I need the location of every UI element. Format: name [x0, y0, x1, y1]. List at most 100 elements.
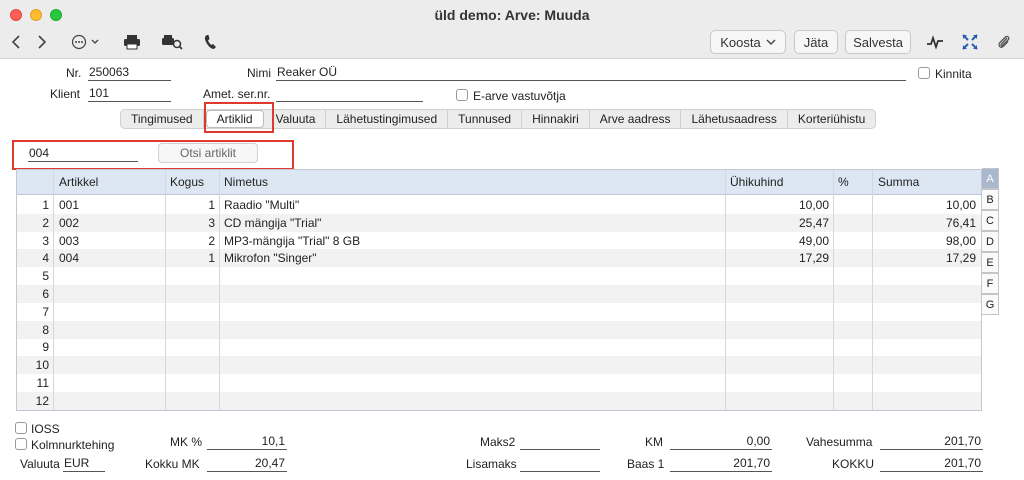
- back-icon[interactable]: [8, 31, 24, 53]
- col-summa[interactable]: Summa: [878, 175, 919, 189]
- mk-percent-field[interactable]: 10,1: [207, 434, 287, 450]
- activity-icon[interactable]: [925, 31, 945, 53]
- maks2-label: Maks2: [480, 435, 516, 449]
- row-number: 10: [35, 358, 49, 373]
- phone-icon[interactable]: [203, 31, 219, 53]
- table-row[interactable]: 12: [17, 391, 981, 410]
- cell-artikkel[interactable]: 001: [59, 198, 159, 212]
- cell-kogus[interactable]: 1: [167, 251, 215, 265]
- col-nimetus[interactable]: Nimetus: [224, 175, 268, 189]
- print-icon[interactable]: [122, 31, 142, 53]
- kinnita-label: Kinnita: [935, 67, 972, 81]
- forward-icon[interactable]: [34, 31, 50, 53]
- side-tab-b[interactable]: B: [982, 189, 999, 210]
- valuuta-field[interactable]: EUR: [63, 456, 105, 472]
- e-arve-checkbox[interactable]: [456, 89, 468, 101]
- cell-summa[interactable]: 98,00: [874, 234, 976, 248]
- tab-hinnakiri[interactable]: Hinnakiri: [522, 110, 590, 128]
- nimi-field[interactable]: Reaker OÜ: [276, 65, 906, 81]
- cell-summa[interactable]: 76,41: [874, 216, 976, 230]
- cell-artikkel[interactable]: 002: [59, 216, 159, 230]
- table-row[interactable]: 8: [17, 320, 981, 339]
- cell-nimetus[interactable]: CD mängija "Trial": [224, 216, 719, 230]
- grid-header: Artikkel Kogus Nimetus Ühikuhind % Summa: [17, 170, 981, 195]
- tab-korteriuhistu[interactable]: Korteriühistu: [788, 110, 875, 128]
- tab-lahetusaadress[interactable]: Lähetusaadress: [681, 110, 788, 128]
- more-actions-icon[interactable]: [70, 31, 104, 53]
- tab-tingimused[interactable]: Tingimused: [121, 110, 204, 128]
- mk-percent-label: MK %: [170, 435, 203, 449]
- cell-artikkel[interactable]: 003: [59, 234, 159, 248]
- lisamaks-label: Lisamaks: [466, 457, 517, 471]
- tab-valuuta[interactable]: Valuuta: [266, 110, 327, 128]
- row-number: 7: [42, 304, 49, 319]
- table-row[interactable]: 11: [17, 374, 981, 392]
- table-row[interactable]: 4 004 1 Mikrofon "Singer" 17,29 17,29: [17, 249, 981, 268]
- table-row[interactable]: 7: [17, 303, 981, 321]
- cell-artikkel[interactable]: 004: [59, 251, 159, 265]
- cell-nimetus[interactable]: Raadio "Multi": [224, 198, 719, 212]
- side-tab-g[interactable]: G: [982, 294, 999, 315]
- table-row[interactable]: 1 001 1 Raadio "Multi" 10,00 10,00: [17, 196, 981, 214]
- article-grid: Artikkel Kogus Nimetus Ühikuhind % Summa…: [16, 169, 982, 411]
- table-row[interactable]: 6: [17, 285, 981, 303]
- km-field[interactable]: 0,00: [670, 434, 772, 450]
- maks2-field[interactable]: [520, 434, 600, 450]
- print-preview-icon[interactable]: [160, 31, 184, 53]
- row-number: 11: [36, 376, 49, 390]
- kolmnurktehing-checkbox[interactable]: [15, 438, 27, 450]
- cell-kogus[interactable]: 1: [167, 198, 215, 212]
- kokku-mk-label: Kokku MK: [145, 457, 200, 471]
- baas1-field[interactable]: 201,70: [670, 456, 772, 472]
- cell-nimetus[interactable]: Mikrofon "Singer": [224, 251, 719, 265]
- koosta-dropdown-button[interactable]: Koosta: [710, 30, 786, 54]
- side-tab-d[interactable]: D: [982, 231, 999, 252]
- cell-summa[interactable]: 17,29: [874, 251, 976, 265]
- cell-nimetus[interactable]: MP3-mängija "Trial" 8 GB: [224, 234, 719, 248]
- side-tab-e[interactable]: E: [982, 252, 999, 273]
- cell-uhikuhind[interactable]: 10,00: [727, 198, 829, 212]
- cell-uhikuhind[interactable]: 25,47: [727, 216, 829, 230]
- jata-button[interactable]: Jäta: [794, 30, 838, 54]
- col-uhikuhind[interactable]: Ühikuhind: [730, 175, 783, 189]
- tab-arve-aadress[interactable]: Arve aadress: [590, 110, 682, 128]
- baas1-label: Baas 1: [627, 457, 665, 471]
- tab-lahetustingimused[interactable]: Lähetustingimused: [326, 110, 449, 128]
- col-artikkel[interactable]: Artikkel: [59, 175, 98, 189]
- klient-label: Klient: [50, 87, 81, 101]
- row-number: 8: [42, 322, 49, 337]
- side-tab-f[interactable]: F: [982, 273, 999, 294]
- cell-summa[interactable]: 10,00: [874, 198, 976, 212]
- cell-uhikuhind[interactable]: 17,29: [727, 251, 829, 265]
- side-tab-a[interactable]: A: [982, 168, 999, 189]
- salvesta-button[interactable]: Salvesta: [845, 30, 911, 54]
- expand-icon[interactable]: [960, 31, 980, 53]
- table-row[interactable]: 2 002 3 CD mängija "Trial" 25,47 76,41: [17, 213, 981, 232]
- kinnita-checkbox[interactable]: [918, 67, 930, 79]
- table-row[interactable]: 3 003 2 MP3-mängija "Trial" 8 GB 49,00 98,00: [17, 232, 981, 250]
- lisamaks-field[interactable]: [520, 456, 600, 472]
- table-row[interactable]: 9: [17, 338, 981, 356]
- col-percent[interactable]: %: [838, 175, 849, 189]
- kokku-field[interactable]: 201,70: [880, 456, 983, 472]
- ioss-label: IOSS: [31, 422, 60, 436]
- nr-field[interactable]: 250063: [88, 65, 171, 81]
- vahesumma-field[interactable]: 201,70: [880, 434, 983, 450]
- table-row[interactable]: 5: [17, 267, 981, 285]
- cell-kogus[interactable]: 2: [167, 234, 215, 248]
- attachment-icon[interactable]: [995, 31, 1013, 53]
- cell-kogus[interactable]: 3: [167, 216, 215, 230]
- col-kogus[interactable]: Kogus: [170, 175, 204, 189]
- kokku-mk-field[interactable]: 20,47: [207, 456, 287, 472]
- koosta-label: Koosta: [720, 34, 761, 50]
- e-arve-label: E-arve vastuvõtja: [473, 89, 566, 103]
- tab-tunnused[interactable]: Tunnused: [448, 110, 523, 128]
- table-row[interactable]: 10: [17, 356, 981, 375]
- klient-field[interactable]: 101: [88, 86, 171, 102]
- side-tab-c[interactable]: C: [982, 210, 999, 231]
- window-title: üld demo: Arve: Muuda: [434, 7, 590, 23]
- amet-ser-nr-field[interactable]: [276, 86, 423, 102]
- ioss-checkbox[interactable]: [15, 422, 27, 434]
- highlight-box-search: [12, 140, 294, 170]
- cell-uhikuhind[interactable]: 49,00: [727, 234, 829, 248]
